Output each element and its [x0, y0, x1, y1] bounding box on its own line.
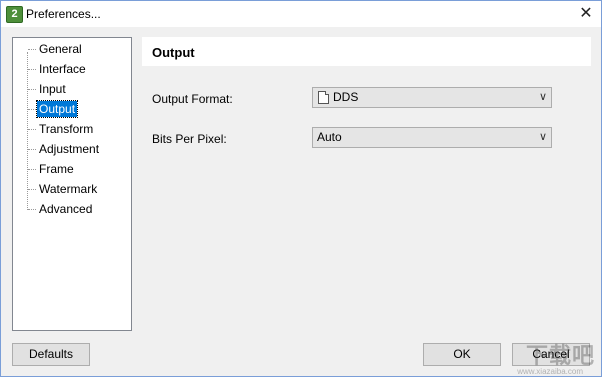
panel-header: Output [142, 37, 591, 66]
output-format-select[interactable]: DDS ∨ [312, 87, 552, 108]
tree-connector [28, 189, 36, 190]
file-icon [318, 91, 329, 104]
title-bar: 2 Preferences... ✕ [1, 1, 601, 27]
tree-connector [28, 209, 36, 210]
tree-item-interface[interactable]: Interface [37, 61, 88, 77]
tree-item-general[interactable]: General [37, 41, 84, 57]
tree-item-adjustment[interactable]: Adjustment [37, 141, 101, 157]
output-format-label: Output Format: [152, 92, 233, 106]
output-format-value: DDS [333, 90, 359, 104]
tree-connector [28, 129, 36, 130]
tree-item-transform[interactable]: Transform [37, 121, 95, 137]
ok-button[interactable]: OK [423, 343, 501, 366]
tree-item-output[interactable]: Output [35, 100, 79, 118]
preferences-window: 2 Preferences... ✕ General Interface Inp… [0, 0, 602, 377]
tree-item-advanced[interactable]: Advanced [37, 201, 94, 217]
bits-per-pixel-select[interactable]: Auto ∨ [312, 127, 552, 148]
tree-connector [28, 49, 36, 50]
app-icon: 2 [6, 6, 23, 23]
category-tree: General Interface Input Output Transform… [12, 37, 132, 331]
tree-connector [28, 169, 36, 170]
chevron-down-icon: ∨ [538, 91, 547, 103]
chevron-down-icon: ∨ [538, 131, 547, 143]
bits-per-pixel-value: Auto [317, 130, 342, 144]
defaults-button[interactable]: Defaults [12, 343, 90, 366]
tree-connector [28, 69, 36, 70]
site-watermark-url: www.xiazaiba.com [517, 367, 583, 376]
tree-item-input[interactable]: Input [37, 81, 68, 97]
bits-per-pixel-label: Bits Per Pixel: [152, 132, 227, 146]
tree-item-watermark[interactable]: Watermark [37, 181, 99, 197]
close-icon[interactable]: ✕ [575, 3, 597, 25]
tree-connector [28, 149, 36, 150]
tree-connector [27, 52, 28, 210]
tree-connector [28, 89, 36, 90]
tree-item-frame[interactable]: Frame [37, 161, 76, 177]
panel-title: Output [152, 45, 195, 60]
window-title: Preferences... [26, 7, 101, 21]
site-watermark: 下载吧 [525, 343, 595, 368]
tree-connector [28, 109, 36, 110]
